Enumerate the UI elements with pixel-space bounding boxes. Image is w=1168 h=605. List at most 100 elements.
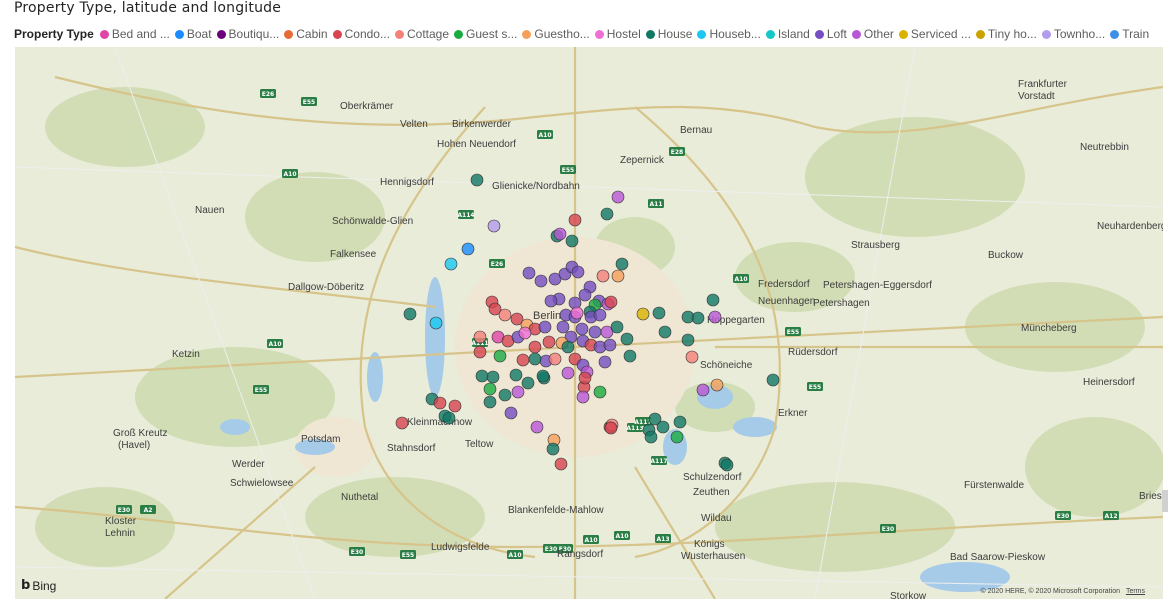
data-point[interactable] <box>578 371 592 385</box>
data-point[interactable] <box>575 322 589 336</box>
data-point[interactable] <box>553 227 567 241</box>
data-point[interactable] <box>470 173 484 187</box>
data-point[interactable] <box>644 430 658 444</box>
data-point[interactable] <box>548 352 562 366</box>
scrollbar[interactable] <box>1162 490 1168 512</box>
data-point[interactable] <box>536 369 550 383</box>
data-point[interactable] <box>578 288 592 302</box>
data-point[interactable] <box>710 378 724 392</box>
data-point[interactable] <box>546 442 560 456</box>
bing-logo[interactable]: b Bing <box>21 578 56 593</box>
data-point[interactable] <box>691 311 705 325</box>
data-point[interactable] <box>473 330 487 344</box>
data-point[interactable] <box>593 308 607 322</box>
data-point[interactable] <box>561 340 575 354</box>
data-point[interactable] <box>498 388 512 402</box>
legend-item[interactable]: Boutiqu... <box>216 27 279 41</box>
data-point[interactable] <box>493 349 507 363</box>
data-point[interactable] <box>487 219 501 233</box>
legend-item[interactable]: Townho... <box>1041 27 1105 41</box>
legend-item[interactable]: Other <box>851 27 894 41</box>
legend-item[interactable]: Guestho... <box>522 27 590 41</box>
data-point[interactable] <box>681 333 695 347</box>
map-canvas[interactable]: E26 E55 A10 E55 E28 A10 E26 A11 A114 A111 A113 A10 A… <box>15 47 1163 599</box>
data-point[interactable] <box>473 345 487 359</box>
legend-item[interactable]: Serviced ... <box>898 27 971 41</box>
data-point[interactable] <box>483 395 497 409</box>
data-point[interactable] <box>706 293 720 307</box>
data-point[interactable] <box>673 415 687 429</box>
data-point[interactable] <box>511 385 525 399</box>
data-point[interactable] <box>615 257 629 271</box>
data-point[interactable] <box>522 266 536 280</box>
terms-link[interactable]: Terms <box>1126 588 1145 595</box>
data-point[interactable] <box>610 320 624 334</box>
legend-item[interactable]: Guest s... <box>454 27 517 41</box>
data-point[interactable] <box>720 458 734 472</box>
data-point[interactable] <box>518 326 532 340</box>
data-point[interactable] <box>554 457 568 471</box>
data-point[interactable] <box>568 213 582 227</box>
data-point[interactable] <box>696 383 710 397</box>
data-point[interactable] <box>598 355 612 369</box>
legend-item[interactable]: Boat <box>174 27 212 41</box>
data-point[interactable] <box>509 368 523 382</box>
data-point[interactable] <box>656 420 670 434</box>
data-point[interactable] <box>620 332 634 346</box>
data-point[interactable] <box>442 411 456 425</box>
data-point[interactable] <box>670 430 684 444</box>
data-point[interactable] <box>604 295 618 309</box>
legend-item[interactable]: Island <box>765 27 810 41</box>
data-point[interactable] <box>561 366 575 380</box>
data-point[interactable] <box>433 396 447 410</box>
data-point[interactable] <box>429 316 443 330</box>
data-point[interactable] <box>571 265 585 279</box>
data-point[interactable] <box>461 242 475 256</box>
data-point[interactable] <box>658 325 672 339</box>
data-point[interactable] <box>530 420 544 434</box>
data-point[interactable] <box>576 390 590 404</box>
legend-item[interactable]: House <box>645 27 692 41</box>
data-point[interactable] <box>528 340 542 354</box>
legend-item[interactable]: Loft <box>814 27 847 41</box>
data-point[interactable] <box>444 257 458 271</box>
legend-item[interactable]: Train <box>1110 27 1149 41</box>
data-point[interactable] <box>403 307 417 321</box>
data-point[interactable] <box>538 320 552 334</box>
data-point[interactable] <box>766 373 780 387</box>
data-point[interactable] <box>708 310 722 324</box>
data-point[interactable] <box>528 352 542 366</box>
legend-item[interactable]: Tiny ho... <box>975 27 1037 41</box>
data-point[interactable] <box>596 269 610 283</box>
legend-item[interactable]: Houseb... <box>697 27 761 41</box>
data-point[interactable] <box>475 369 489 383</box>
data-point[interactable] <box>565 234 579 248</box>
legend-item[interactable]: Bed and ... <box>99 27 170 41</box>
data-point[interactable] <box>611 269 625 283</box>
data-point[interactable] <box>504 406 518 420</box>
data-point[interactable] <box>588 325 602 339</box>
data-point[interactable] <box>636 307 650 321</box>
data-point[interactable] <box>483 382 497 396</box>
data-point[interactable] <box>486 370 500 384</box>
data-point[interactable] <box>542 335 556 349</box>
data-point[interactable] <box>600 207 614 221</box>
data-point[interactable] <box>516 353 530 367</box>
data-point[interactable] <box>593 385 607 399</box>
data-point[interactable] <box>521 376 535 390</box>
data-point[interactable] <box>556 320 570 334</box>
legend-item[interactable]: Hostel <box>594 27 641 41</box>
data-point[interactable] <box>623 349 637 363</box>
legend-item[interactable]: Cabin <box>284 27 328 41</box>
data-point[interactable] <box>395 416 409 430</box>
data-point[interactable] <box>534 274 548 288</box>
data-point[interactable] <box>603 338 617 352</box>
data-point[interactable] <box>448 399 462 413</box>
data-point[interactable] <box>570 306 584 320</box>
legend-item[interactable]: Cottage <box>394 27 449 41</box>
data-point[interactable] <box>604 421 618 435</box>
data-point[interactable] <box>685 350 699 364</box>
legend-item[interactable]: Condo... <box>332 27 390 41</box>
data-point[interactable] <box>498 308 512 322</box>
data-point[interactable] <box>544 294 558 308</box>
